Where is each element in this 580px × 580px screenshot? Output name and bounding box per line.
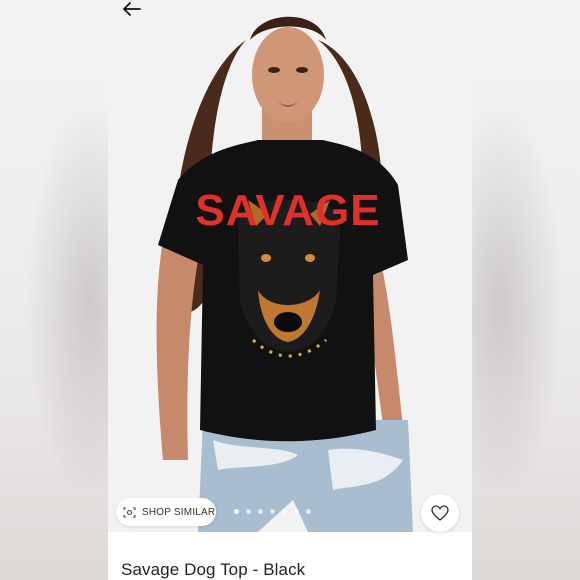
shop-similar-button[interactable]: SHOP SIMILAR	[116, 498, 216, 526]
favorite-button[interactable]	[421, 494, 459, 532]
carousel-dot[interactable]	[246, 509, 251, 514]
product-title: Savage Dog Top - Black	[121, 560, 306, 579]
arrow-left-icon	[123, 2, 141, 16]
carousel-dot[interactable]	[258, 509, 263, 514]
carousel-dot[interactable]	[270, 509, 275, 514]
back-button[interactable]	[122, 0, 142, 18]
model-photo: SAVAGE	[156, 16, 413, 532]
carousel-dot[interactable]	[234, 509, 239, 514]
carousel-pagination[interactable]	[234, 509, 311, 514]
background-blur-left	[0, 0, 150, 580]
background-blur-right	[440, 0, 580, 580]
product-image[interactable]: SAVAGE	[108, 0, 472, 532]
carousel-dot[interactable]	[306, 509, 311, 514]
camera-scan-icon	[123, 506, 136, 518]
product-page: SAVAGE SHOP SIMILAR Savage Dog Top - Bla…	[108, 0, 472, 580]
heart-outline-icon	[431, 505, 449, 521]
shop-similar-label: SHOP SIMILAR	[142, 506, 216, 518]
shirt-graphic-text: SAVAGE	[195, 186, 380, 235]
carousel-dot[interactable]	[294, 509, 299, 514]
carousel-dot[interactable]	[282, 509, 287, 514]
